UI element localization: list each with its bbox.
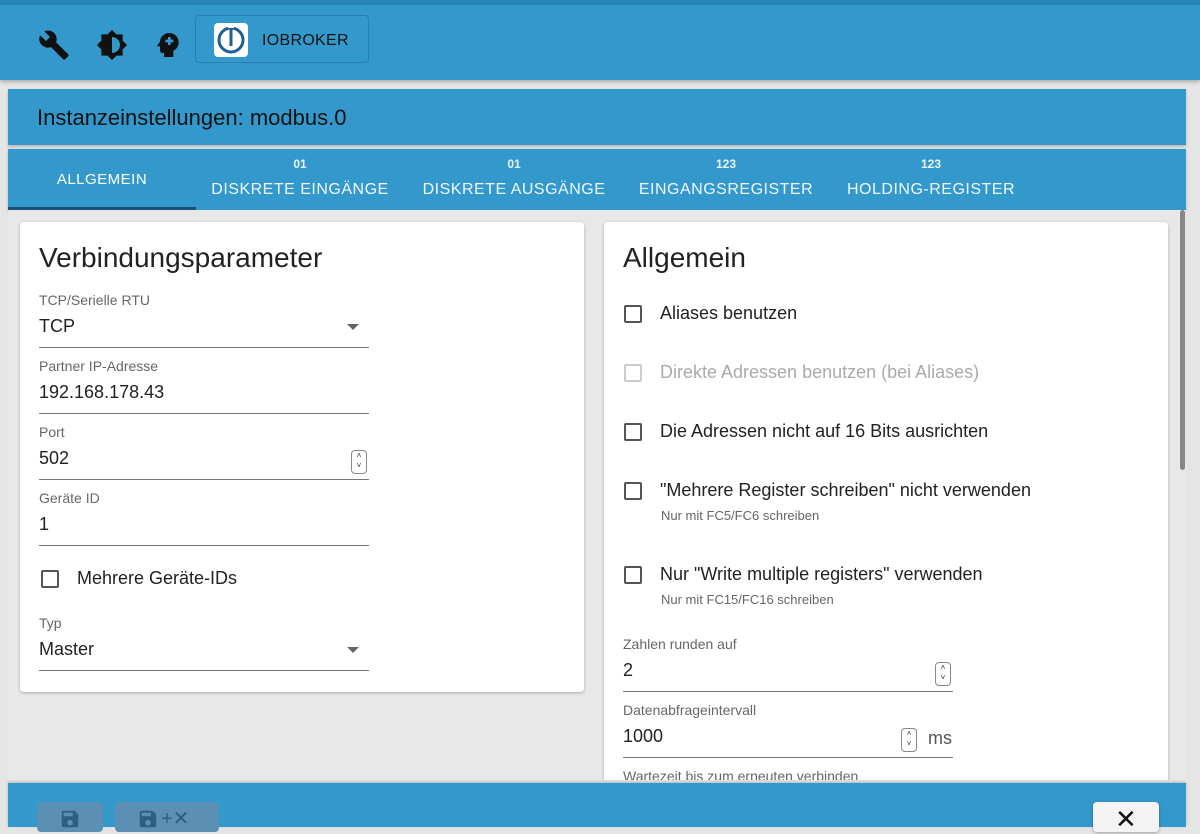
stepper-icon[interactable]: ˄ ˅ bbox=[351, 450, 367, 474]
card-title: Allgemein bbox=[623, 242, 746, 273]
field-label: Partner IP-Adresse bbox=[39, 358, 159, 374]
tab-holding-register[interactable]: 123 HOLDING-REGISTER bbox=[836, 149, 1026, 210]
field-label: Typ bbox=[39, 615, 62, 631]
general-card: Allgemein Aliases benutzen Direkte Adres… bbox=[604, 222, 1168, 780]
field-value: TCP bbox=[39, 316, 75, 336]
tab-label: DISKRETE EINGÄNGE bbox=[211, 181, 389, 198]
checkbox-help-text: Nur mit FC15/FC16 schreiben bbox=[661, 592, 834, 607]
tab-allgemein[interactable]: ALLGEMEIN bbox=[8, 149, 196, 210]
content: Instanzeinstellungen: modbus.0 ALLGEMEIN… bbox=[8, 89, 1186, 832]
connection-card: Verbindungsparameter TCP/Serielle RTU TC… bbox=[20, 222, 584, 692]
checkbox-box[interactable] bbox=[624, 305, 642, 323]
stepper-icon[interactable]: ˄ ˅ bbox=[935, 662, 951, 686]
checkbox-box bbox=[624, 364, 642, 382]
tab-label: HOLDING-REGISTER bbox=[846, 181, 1015, 198]
field-label: TCP/Serielle RTU bbox=[39, 292, 150, 308]
field-value: Master bbox=[39, 639, 95, 659]
plus-close-icon: +✕ bbox=[161, 808, 190, 830]
save-close-button[interactable]: +✕ bbox=[115, 802, 219, 832]
tab-label: DISKRETE AUSGÄNGE bbox=[422, 181, 606, 198]
close-button[interactable]: ✕ bbox=[1093, 802, 1159, 832]
tab-eingangsregister[interactable]: 123 EINGANGSREGISTER bbox=[632, 149, 820, 210]
stepper-icon[interactable]: ˄ ˅ bbox=[901, 728, 917, 752]
card-title: Verbindungsparameter bbox=[39, 242, 323, 273]
field-label: Wartezeit bis zum erneuten verbinden bbox=[623, 768, 859, 780]
field-label: Datenabfrageintervall bbox=[623, 702, 757, 718]
checkbox-box[interactable] bbox=[624, 423, 642, 441]
brand-label: IOBROKER bbox=[262, 32, 349, 49]
scrollbar[interactable] bbox=[1180, 210, 1185, 470]
checkbox-label: Die Adressen nicht auf 16 Bits ausrichte… bbox=[660, 421, 989, 441]
tab-diskrete-eingaenge[interactable]: 01 DISKRETE EINGÄNGE bbox=[204, 149, 396, 210]
numeric-icon: 123 bbox=[920, 157, 942, 171]
bottom-bar: +✕ ✕ bbox=[8, 783, 1186, 832]
numeric-icon: 123 bbox=[715, 157, 737, 171]
page-title: Instanzeinstellungen: modbus.0 bbox=[37, 105, 347, 130]
tab-label: EINGANGSREGISTER bbox=[638, 181, 814, 198]
field-value: 1 bbox=[39, 514, 50, 534]
field-value: 1000 bbox=[623, 726, 664, 746]
iobroker-button[interactable]: IOBROKER bbox=[195, 15, 369, 63]
binary-icon: 01 bbox=[293, 157, 307, 171]
tab-diskrete-ausgaenge[interactable]: 01 DISKRETE AUSGÄNGE bbox=[418, 149, 610, 210]
title-bar: Instanzeinstellungen: modbus.0 bbox=[8, 89, 1186, 145]
checkbox-label: Aliases benutzen bbox=[660, 303, 798, 323]
iobroker-logo-icon bbox=[214, 23, 248, 57]
checkbox-box[interactable] bbox=[624, 482, 642, 500]
field-value: 2 bbox=[623, 660, 634, 680]
close-icon: ✕ bbox=[1115, 804, 1137, 834]
dropdown-arrow-icon bbox=[347, 647, 359, 653]
expert-mode-icon[interactable] bbox=[152, 29, 184, 61]
field-label: Zahlen runden auf bbox=[623, 636, 737, 652]
binary-icon: 01 bbox=[507, 157, 521, 171]
checkbox-help-text: Nur mit FC5/FC6 schreiben bbox=[661, 508, 820, 523]
dropdown-arrow-icon bbox=[347, 324, 359, 330]
tab-bar: ALLGEMEIN 01 DISKRETE EINGÄNGE 01 DISKRE… bbox=[8, 149, 1186, 210]
checkbox-label: Direkte Adressen benutzen (bei Aliases) bbox=[660, 362, 980, 382]
wrench-icon[interactable] bbox=[38, 29, 70, 61]
field-value: 192.168.178.43 bbox=[39, 382, 165, 402]
brightness-icon[interactable] bbox=[96, 29, 128, 61]
checkbox-label: "Mehrere Register schreiben" nicht verwe… bbox=[660, 480, 1031, 500]
checkbox-box[interactable] bbox=[41, 570, 59, 588]
field-value: 502 bbox=[39, 448, 70, 468]
settings-panel: Verbindungsparameter TCP/Serielle RTU TC… bbox=[8, 210, 1186, 780]
checkbox-box[interactable] bbox=[624, 566, 642, 584]
unit-label: ms bbox=[928, 728, 952, 748]
tab-label: ALLGEMEIN bbox=[56, 171, 148, 188]
field-label: Port bbox=[39, 424, 65, 440]
field-label: Geräte ID bbox=[39, 490, 100, 506]
save-button[interactable] bbox=[37, 802, 103, 832]
checkbox-label: Nur "Write multiple registers" verwenden bbox=[660, 564, 983, 584]
checkbox-label: Mehrere Geräte-IDs bbox=[77, 568, 238, 588]
top-bar: IOBROKER bbox=[0, 0, 1200, 80]
